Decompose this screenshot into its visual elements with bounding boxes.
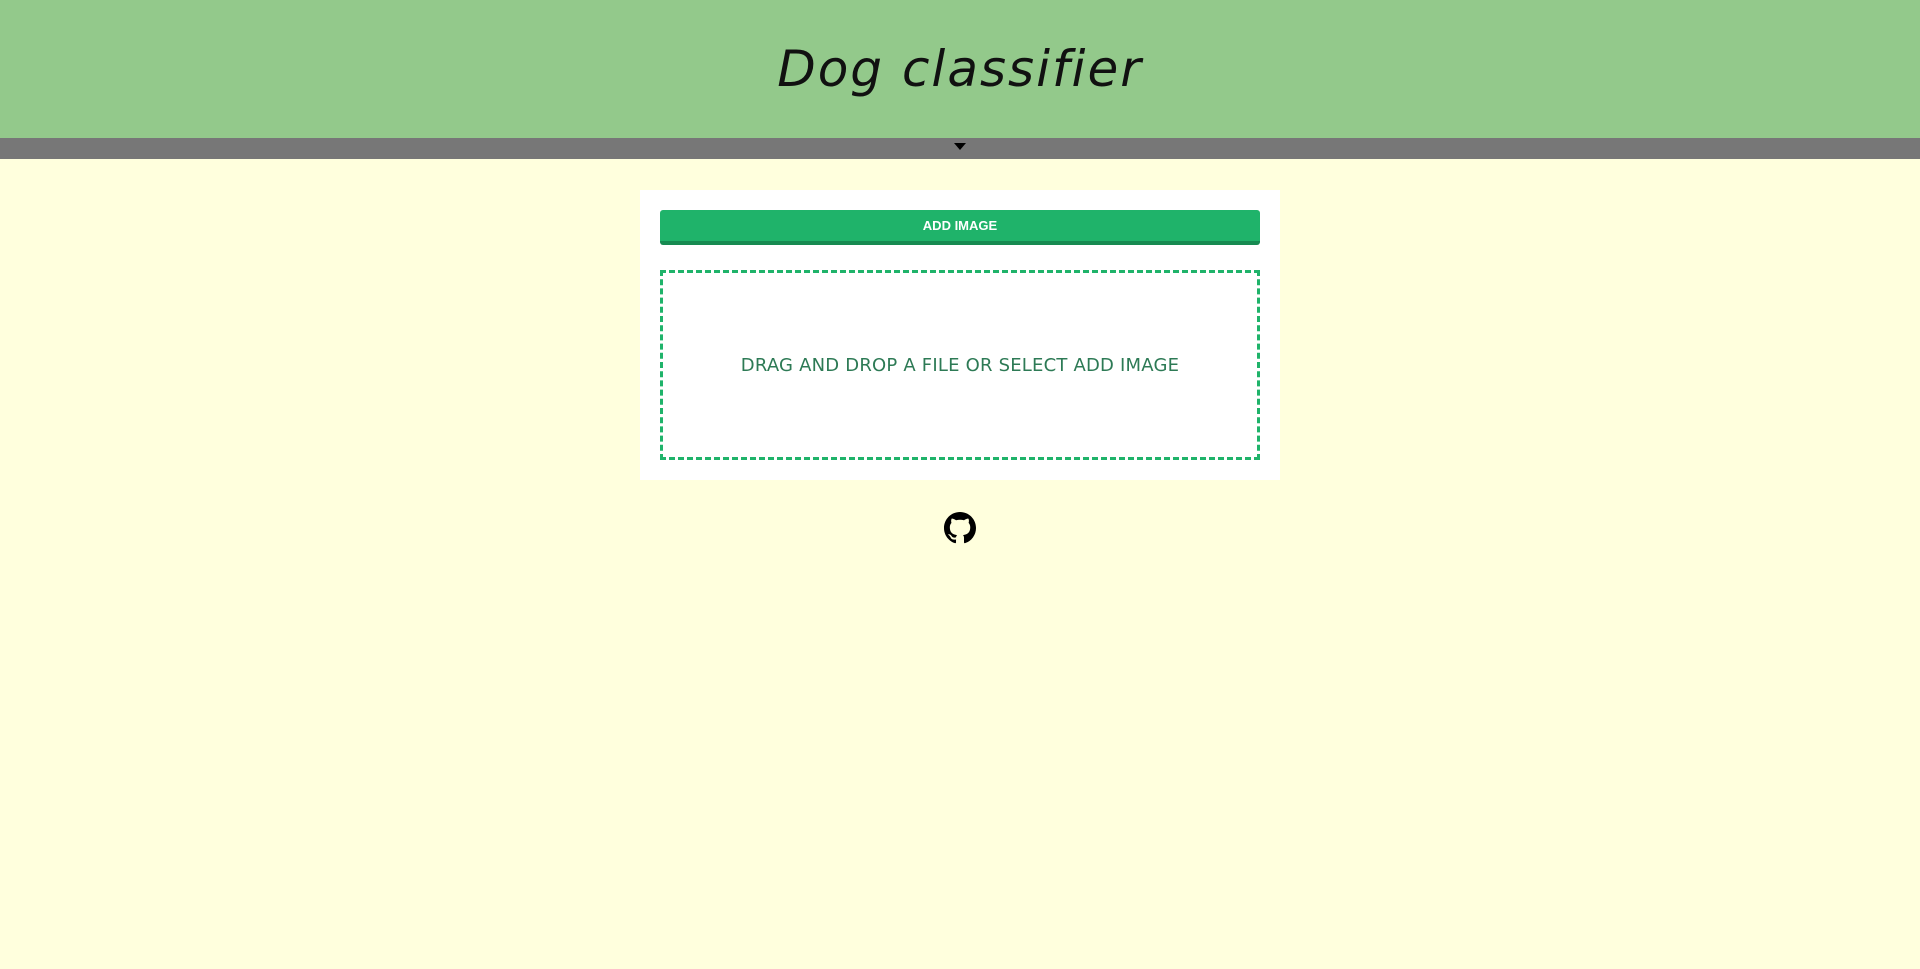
dropzone-label: DRAG AND DROP A FILE OR SELECT ADD IMAGE [740, 354, 1180, 376]
header-toggle-bar[interactable] [0, 138, 1920, 159]
github-icon [944, 512, 976, 544]
app-header: Dog classifier [0, 0, 1920, 138]
github-link[interactable] [944, 512, 976, 544]
add-image-button[interactable]: ADD IMAGE [660, 210, 1260, 245]
file-dropzone[interactable]: DRAG AND DROP A FILE OR SELECT ADD IMAGE [660, 270, 1260, 460]
caret-down-icon[interactable] [954, 143, 966, 150]
upload-card: ADD IMAGE DRAG AND DROP A FILE OR SELECT… [640, 190, 1280, 480]
page-title: Dog classifier [777, 40, 1143, 98]
